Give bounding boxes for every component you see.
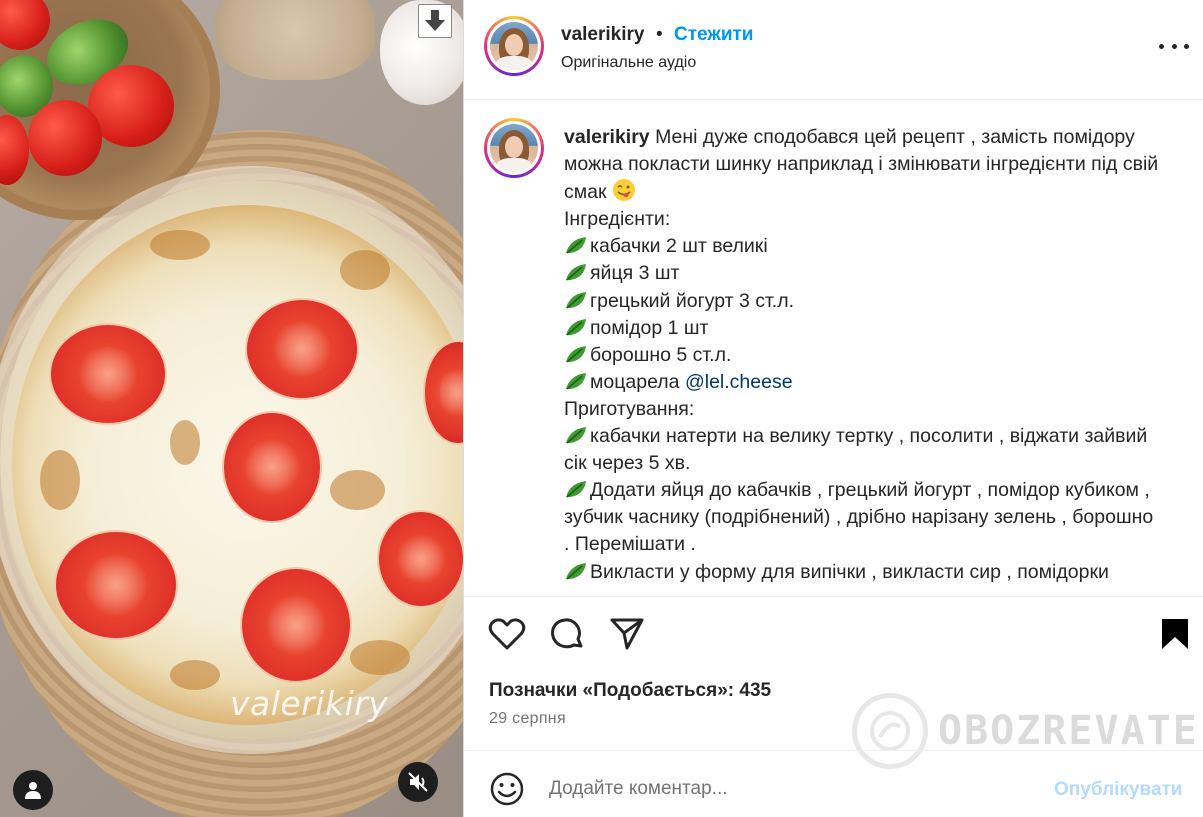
post-details-panel: valerikiry • Стежити Оригінальне аудіо v…: [463, 0, 1203, 817]
ingredient-line: борошно 5 ст.л.: [564, 342, 1164, 369]
step-text: кабачки натерти на велику тертку , посол…: [564, 425, 1148, 475]
caption-scroll-area[interactable]: valerikiry Мені дуже сподобався цей реце…: [464, 100, 1203, 595]
ingredient-line: яйця 3 шт: [564, 260, 1164, 287]
leaf-emoji-icon: [566, 291, 586, 309]
leaf-emoji-icon: [566, 264, 586, 282]
ingredient-line: грецький йогурт 3 ст.л.: [564, 288, 1164, 315]
leaf-emoji-icon: [566, 372, 586, 390]
browned-spot: [170, 420, 200, 465]
heart-icon[interactable]: [488, 615, 526, 653]
leaf-emoji-icon: [566, 318, 586, 336]
ingredient-line: кабачки 2 шт великі: [564, 233, 1164, 260]
tomato-slice: [222, 411, 322, 523]
bookmark-icon[interactable]: [1156, 615, 1194, 653]
step-line: кабачки натерти на велику тертку , посол…: [564, 423, 1164, 477]
tomato-slice: [49, 323, 167, 425]
audio-link[interactable]: Оригінальне аудіо: [561, 54, 696, 72]
header-separator: •: [656, 24, 663, 45]
cooking-title: Приготування:: [564, 397, 695, 420]
browned-spot: [330, 470, 385, 510]
ingredient-line: моцарела @lel.cheese: [564, 369, 1164, 396]
download-icon[interactable]: [418, 4, 452, 38]
comment-input[interactable]: [549, 778, 1029, 800]
caption-avatar[interactable]: [484, 118, 544, 178]
post-media[interactable]: valerikiry: [0, 0, 463, 817]
ingredient-text: яйця 3 шт: [590, 262, 680, 285]
leaf-emoji-icon: [566, 481, 586, 498]
leaf-emoji-icon: [566, 562, 586, 580]
yummy-emoji-icon: [612, 179, 635, 202]
media-watermark: valerikiry: [230, 684, 389, 723]
step-text: Викласти у форму для випічки , викласти …: [590, 560, 1109, 583]
more-options-icon[interactable]: [1159, 36, 1189, 56]
follow-button[interactable]: Стежити: [674, 24, 753, 46]
step-line: Додати яйця до кабачків , грецький йогур…: [564, 477, 1164, 558]
ingredients-title: Інгредієнти:: [564, 208, 671, 231]
ingredient-text: борошно 5 ст.л.: [590, 343, 732, 366]
publish-button[interactable]: Опублікувати: [1054, 779, 1183, 801]
browned-spot: [150, 230, 210, 260]
comment-bar: Опублікувати: [464, 750, 1203, 817]
browned-spot: [350, 640, 410, 675]
tomato-slice: [245, 298, 359, 400]
mention-link[interactable]: @lel.cheese: [685, 371, 793, 393]
caption-text: valerikiry Мені дуже сподобався цей реце…: [564, 124, 1164, 586]
tomato-slice: [240, 567, 352, 683]
step-line: Викласти у форму для випічки , викласти …: [564, 559, 1164, 586]
browned-spot: [170, 660, 220, 690]
tomato-slice: [54, 530, 178, 640]
mute-icon[interactable]: [398, 762, 438, 802]
user-tag-icon[interactable]: [13, 770, 53, 810]
tomato-slice: [377, 510, 463, 608]
header-username[interactable]: valerikiry: [561, 24, 644, 46]
emoji-icon[interactable]: [489, 771, 525, 807]
post-header: valerikiry • Стежити Оригінальне аудіо: [464, 0, 1203, 100]
ingredient-line: помідор 1 шт: [564, 315, 1164, 342]
tomato: [28, 100, 102, 176]
browned-spot: [40, 450, 80, 510]
burlap-sack: [215, 0, 375, 80]
ingredient-text: помідор 1 шт: [590, 316, 709, 339]
ingredient-text: грецький йогурт 3 ст.л.: [590, 289, 795, 312]
likes-count[interactable]: Позначки «Подобається»: 435: [489, 680, 771, 702]
step-text: Додати яйця до кабачків , грецький йогур…: [564, 479, 1154, 556]
caption-intro: Мені дуже сподобався цей рецепт , заміст…: [564, 126, 1159, 204]
ingredient-text: моцарела: [590, 370, 685, 393]
obozrevatel-text: OBOZREVATEL: [938, 708, 1203, 754]
leaf-emoji-icon: [566, 345, 586, 363]
post-date[interactable]: 29 серпня: [489, 710, 566, 728]
leaf-emoji-icon: [566, 237, 586, 254]
avatar[interactable]: [484, 16, 544, 76]
comment-icon[interactable]: [548, 615, 586, 653]
leaf-emoji-icon: [566, 427, 586, 444]
caption-username[interactable]: valerikiry: [564, 126, 650, 148]
share-icon[interactable]: [608, 615, 646, 653]
ingredient-text: кабачки 2 шт великі: [590, 235, 768, 258]
browned-spot: [340, 250, 390, 290]
